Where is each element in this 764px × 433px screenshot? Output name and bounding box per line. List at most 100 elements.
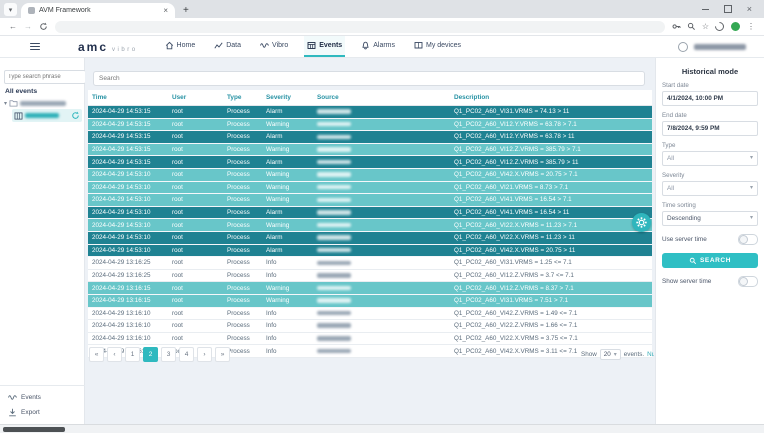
- event-row[interactable]: 2024-04-29 14:53:15rootProcessAlarmQ1_PC…: [88, 131, 652, 144]
- event-row[interactable]: 2024-04-29 13:16:25rootProcessInfoQ1_PC0…: [88, 269, 652, 282]
- event-row[interactable]: 2024-04-29 14:53:10rootProcessAlarmQ1_PC…: [88, 244, 652, 257]
- show-server-time-label: Show server time: [662, 278, 711, 285]
- browser-menu-icon[interactable]: ⋮: [747, 23, 755, 31]
- table-settings-button[interactable]: [632, 213, 651, 232]
- event-row[interactable]: 2024-04-29 14:53:10rootProcessWarningQ1_…: [88, 181, 652, 194]
- end-date-input[interactable]: 7/8/2024, 9:59 PM: [662, 121, 758, 136]
- col-user[interactable]: User: [168, 90, 223, 106]
- tree-collapse-icon[interactable]: ▾: [4, 100, 7, 107]
- sidebar-events-link[interactable]: Events: [0, 390, 85, 405]
- sidebar-export-link[interactable]: Export: [0, 405, 85, 420]
- browser-profile-avatar[interactable]: [730, 21, 741, 32]
- addressbar-icons: ☆ ⋮: [672, 21, 755, 32]
- browser-tab[interactable]: AVM Framework ×: [21, 3, 175, 18]
- event-row[interactable]: 2024-04-29 13:16:10rootProcessInfoQ1_PC0…: [88, 320, 652, 333]
- redacted-source: [313, 181, 450, 194]
- nav-data[interactable]: Data: [211, 36, 244, 57]
- gear-icon: [635, 216, 648, 229]
- event-description: Q1_PC02_A60_VI12.Z.VRMS = 3.7 <= 7.1: [450, 269, 652, 282]
- page-button[interactable]: »: [215, 347, 230, 362]
- time-sorting-select[interactable]: Descending ▾: [662, 211, 758, 226]
- event-row[interactable]: 2024-04-29 13:16:25rootProcessInfoQ1_PC0…: [88, 257, 652, 270]
- severity-select[interactable]: All ▾: [662, 181, 758, 196]
- page-button[interactable]: ›: [197, 347, 212, 362]
- event-row[interactable]: 2024-04-29 14:53:15rootProcessAlarmQ1_PC…: [88, 156, 652, 169]
- redacted-source: [313, 106, 450, 119]
- scrollbar-thumb[interactable]: [3, 427, 65, 432]
- event-row[interactable]: 2024-04-29 14:53:10rootProcessWarningQ1_…: [88, 194, 652, 207]
- historical-mode-panel: Historical mode Start date 4/1/2024, 10:…: [655, 58, 764, 424]
- start-date-label: Start date: [662, 82, 758, 89]
- col-type[interactable]: Type: [223, 90, 262, 106]
- redacted-source: [313, 143, 450, 156]
- app-header: amc vibro Home Data Vibro Events Ala: [0, 36, 764, 58]
- redacted-source: [313, 257, 450, 270]
- horizontal-scrollbar[interactable]: [0, 424, 764, 433]
- event-row[interactable]: 2024-04-29 14:53:10rootProcessWarningQ1_…: [88, 219, 652, 232]
- sidebar-search-input[interactable]: [4, 70, 86, 84]
- tab-close-icon[interactable]: ×: [163, 6, 168, 15]
- nav-home[interactable]: Home: [162, 36, 199, 57]
- event-row[interactable]: 2024-04-29 14:53:10rootProcessAlarmQ1_PC…: [88, 231, 652, 244]
- show-server-time-toggle[interactable]: [738, 276, 758, 287]
- user-status-icon[interactable]: [678, 42, 688, 52]
- maximize-icon[interactable]: [724, 5, 732, 13]
- event-row[interactable]: 2024-04-29 14:53:10rootProcessWarningQ1_…: [88, 168, 652, 181]
- event-row[interactable]: 2024-04-29 13:16:10rootProcessInfoQ1_PC0…: [88, 332, 652, 345]
- chevron-down-icon: ▾: [750, 182, 753, 195]
- events-main: Time User Type Severity Source Descripti…: [85, 58, 655, 424]
- refresh-icon[interactable]: [71, 111, 80, 120]
- minimize-icon[interactable]: [702, 9, 709, 10]
- new-tab-button[interactable]: +: [183, 5, 189, 16]
- event-description: Q1_PC02_A60_VI22.Z.VRMS = 1.66 <= 7.1: [450, 320, 652, 333]
- event-row[interactable]: 2024-04-29 14:53:10rootProcessAlarmQ1_PC…: [88, 206, 652, 219]
- tab-title: AVM Framework: [39, 7, 159, 14]
- redacted-source: [313, 320, 450, 333]
- type-select[interactable]: All ▾: [662, 151, 758, 166]
- nav-vibro[interactable]: Vibro: [257, 36, 291, 57]
- browser-tabstrip: ▾ AVM Framework × + ×: [0, 0, 764, 18]
- col-description[interactable]: Description: [450, 90, 652, 106]
- zoom-icon[interactable]: [687, 22, 696, 31]
- sidebar-footer: Events Export: [0, 385, 85, 424]
- tab-search-button[interactable]: ▾: [4, 3, 17, 16]
- col-source[interactable]: Source: [313, 90, 450, 106]
- bookmark-star-icon[interactable]: ☆: [702, 23, 709, 31]
- event-row[interactable]: 2024-04-29 14:53:15rootProcessAlarmQ1_PC…: [88, 106, 652, 119]
- extensions-icon[interactable]: [713, 20, 726, 33]
- page-button[interactable]: 4: [179, 347, 194, 362]
- col-time[interactable]: Time: [88, 90, 168, 106]
- page-button[interactable]: 1: [125, 347, 140, 362]
- url-input[interactable]: [55, 21, 665, 33]
- search-button[interactable]: SEARCH: [662, 253, 758, 268]
- page-button[interactable]: ‹: [107, 347, 122, 362]
- page-button[interactable]: 3: [161, 347, 176, 362]
- window-close-icon[interactable]: ×: [747, 4, 752, 14]
- nav-events[interactable]: Events: [304, 36, 345, 57]
- use-server-time-toggle[interactable]: [738, 234, 758, 245]
- redacted-source: [313, 118, 450, 131]
- menu-hamburger-icon[interactable]: [30, 43, 40, 51]
- forward-icon[interactable]: →: [24, 23, 32, 31]
- col-severity[interactable]: Severity: [262, 90, 313, 106]
- password-key-icon[interactable]: [672, 22, 681, 31]
- start-date-input[interactable]: 4/1/2024, 10:00 PM: [662, 91, 758, 106]
- event-row[interactable]: 2024-04-29 13:16:10rootProcessInfoQ1_PC0…: [88, 307, 652, 320]
- redacted-username[interactable]: [694, 44, 746, 50]
- page-size-select[interactable]: 20 ▾: [600, 349, 621, 360]
- tree-device-row[interactable]: [12, 109, 82, 122]
- event-description: Q1_PC02_A60_VI31.VRMS = 1.25 <= 7.1: [450, 257, 652, 270]
- nav-alarms[interactable]: Alarms: [358, 36, 398, 57]
- page-button[interactable]: 2: [143, 347, 158, 362]
- tree-group-row[interactable]: ▾: [0, 98, 84, 108]
- event-row[interactable]: 2024-04-29 13:16:15rootProcessWarningQ1_…: [88, 294, 652, 307]
- nav-my-devices[interactable]: My devices: [411, 36, 464, 57]
- event-row[interactable]: 2024-04-29 13:16:15rootProcessWarningQ1_…: [88, 282, 652, 295]
- back-icon[interactable]: ←: [9, 23, 17, 31]
- events-search-input[interactable]: [93, 71, 645, 86]
- event-row[interactable]: 2024-04-29 14:53:15rootProcessWarningQ1_…: [88, 118, 652, 131]
- event-row[interactable]: 2024-04-29 14:53:15rootProcessWarningQ1_…: [88, 143, 652, 156]
- page-button[interactable]: «: [89, 347, 104, 362]
- reload-icon[interactable]: [39, 22, 48, 31]
- redacted-source: [313, 307, 450, 320]
